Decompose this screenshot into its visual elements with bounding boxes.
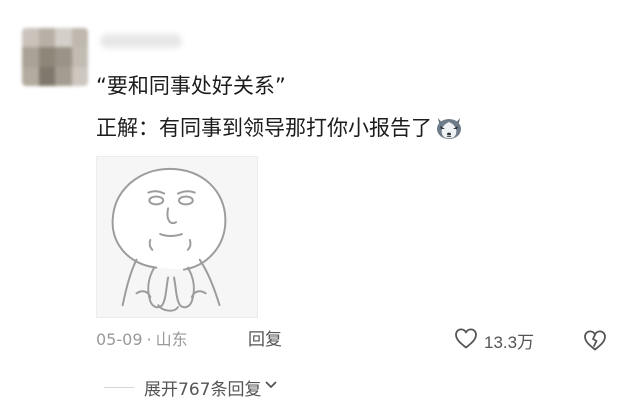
meme-face-sticker[interactable] [96,156,258,318]
comment-body-text: 正解：有同事到领导那打你小报告了 [96,116,432,140]
comment-quote: “要和同事处好关系” [96,74,286,98]
heart-outline-icon [453,326,479,354]
expand-replies-row: 展开767条回复 [104,375,278,400]
comment-location: 山东 [155,330,188,349]
comment-date: 05-09 [96,330,143,349]
chevron-down-icon [261,377,278,397]
divider-line [104,386,134,388]
comment-body-line: 正解：有同事到领导那打你小报告了 [96,113,464,142]
like-button[interactable]: 13.3万 [453,327,534,353]
username-blurred[interactable] [100,34,182,48]
like-count: 13.3万 [484,332,535,352]
meta-separator: · [146,330,152,349]
expand-replies-button[interactable]: 展开767条回复 [144,375,278,400]
expand-replies-label: 展开767条回复 [144,379,262,400]
avatar[interactable] [22,28,88,86]
comment-meta: 05-09 · 山东 [96,328,188,352]
reply-button[interactable]: 回复 [248,328,282,352]
husky-dog-emoji [434,113,464,141]
dislike-button[interactable] [582,327,608,353]
broken-heart-icon [582,330,608,357]
